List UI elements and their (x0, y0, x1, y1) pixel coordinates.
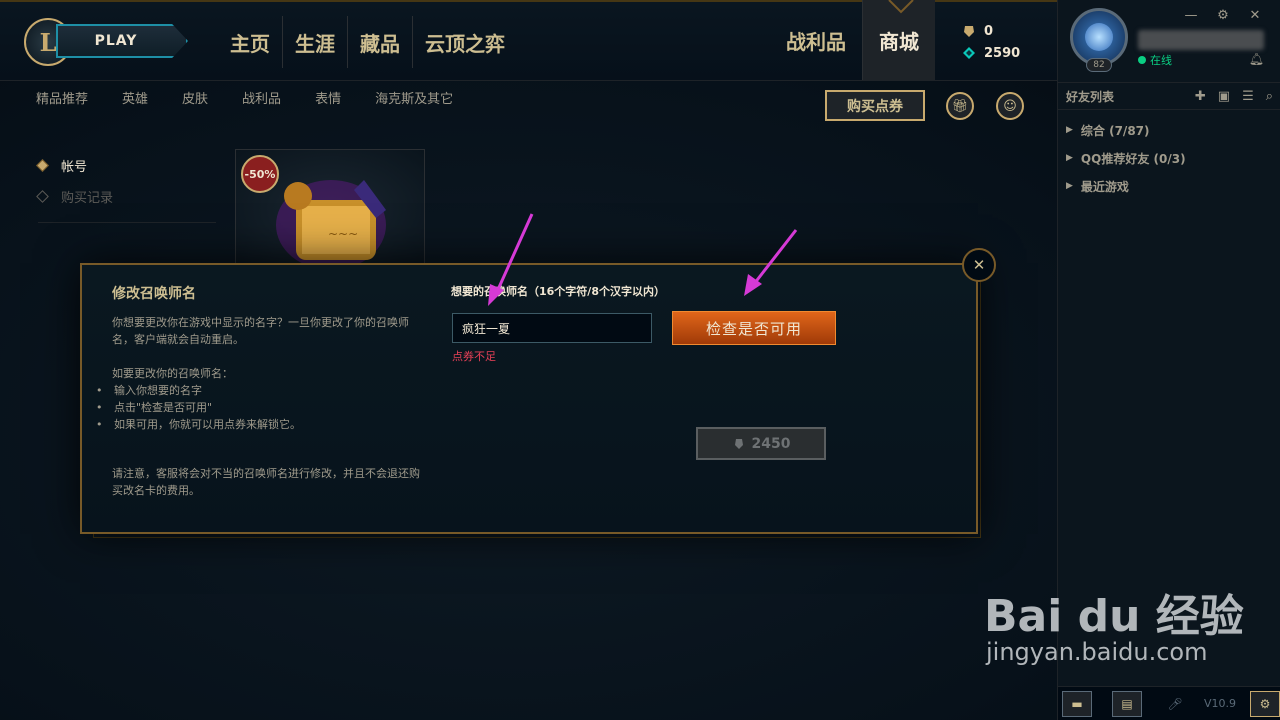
window-controls: — ⚙ ✕ (1182, 8, 1264, 23)
friend-group-general[interactable]: ▶ 综合 (7/87) (1066, 116, 1186, 144)
chat-icon[interactable]: ▬ (1062, 690, 1092, 717)
baidu-watermark: Bai du 经验 jingyan.baidu.com (984, 580, 1244, 666)
caret-right-icon: ▶ (1066, 125, 1073, 135)
friend-group-recent[interactable]: ▶ 最近游戏 (1066, 172, 1186, 200)
annotation-arrowhead (488, 284, 504, 306)
notification-bell-icon[interactable]: 🔔︎ (1249, 52, 1264, 66)
bug-report-icon[interactable]: ⚙ (1250, 690, 1280, 717)
friend-group-qq[interactable]: ▶ QQ推荐好友 (0/3) (1066, 144, 1186, 172)
list-view-icon[interactable]: ☰ (1242, 89, 1254, 104)
level-badge: 82 (1086, 58, 1112, 72)
annotation-arrow (494, 213, 534, 295)
add-folder-icon[interactable]: ▣ (1218, 89, 1230, 104)
caret-right-icon: ▶ (1066, 153, 1073, 163)
friend-groups: ▶ 综合 (7/87) ▶ QQ推荐好友 (0/3) ▶ 最近游戏 (1066, 116, 1186, 200)
group-label: QQ推荐好友 (0/3) (1080, 151, 1186, 166)
watermark-main: Bai du 经验 (984, 591, 1244, 642)
minimize-icon[interactable]: — (1182, 8, 1200, 23)
voice-mic-icon[interactable]: 🎤︎ (1160, 691, 1190, 717)
caret-right-icon: ▶ (1066, 181, 1073, 191)
group-label: 最近游戏 (1080, 179, 1129, 194)
search-icon[interactable]: ⌕ (1266, 89, 1273, 104)
friends-header: 好友列表 ✚ ▣ ☰ ⌕ (1058, 82, 1280, 110)
sidebar-footer: ▬ ▤ 🎤︎ V10.9 ⚙ (1058, 686, 1280, 720)
friends-title: 好友列表 (1066, 89, 1115, 104)
add-friend-icon[interactable]: ✚ (1195, 89, 1206, 104)
annotation-arrow (752, 229, 798, 285)
watermark-url: jingyan.baidu.com (986, 638, 1208, 666)
settings-gear-icon[interactable]: ⚙ (1214, 8, 1232, 23)
missions-icon[interactable]: ▤ (1112, 690, 1142, 717)
online-status-icon (1138, 56, 1146, 64)
league-client: L PLAY 主页 生涯 藏品 云顶之弈 战利品 商城 0 2590 精品推荐 … (0, 0, 1280, 720)
client-version: V10.9 (1204, 697, 1237, 710)
group-label: 综合 (7/87) (1080, 123, 1150, 138)
summoner-name-blurred (1138, 30, 1264, 50)
status-text[interactable]: 在线 (1150, 52, 1172, 68)
close-window-icon[interactable]: ✕ (1246, 8, 1264, 23)
